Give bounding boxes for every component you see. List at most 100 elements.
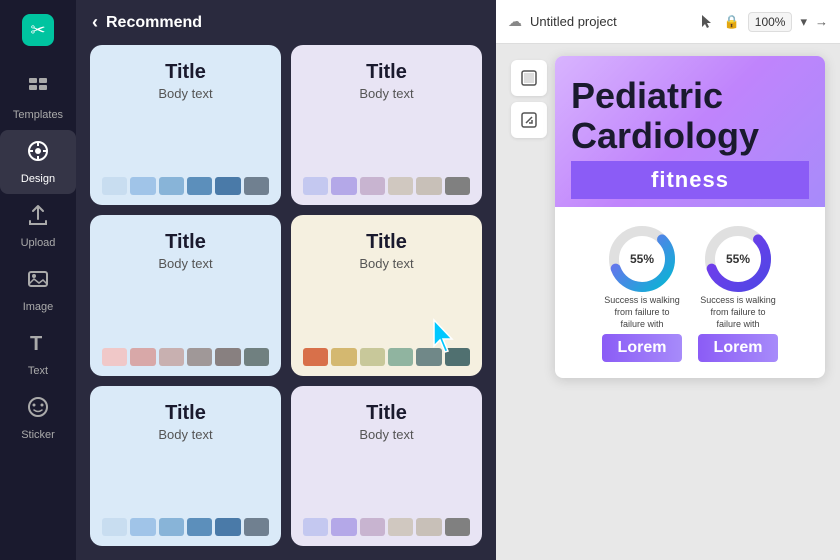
background-tool[interactable]	[511, 60, 547, 96]
card5-swatches	[102, 518, 269, 536]
back-button[interactable]: ‹	[92, 12, 98, 33]
app-logo: ✂	[18, 10, 58, 50]
resize-tool[interactable]	[511, 102, 547, 138]
design-top-section: Pediatric Cardiology fitness	[555, 56, 825, 207]
sidebar-design-label: Design	[21, 173, 55, 185]
sidebar-item-image[interactable]: Image	[0, 258, 76, 322]
image-icon	[26, 267, 50, 297]
design-icon	[26, 139, 50, 169]
swatch	[102, 348, 127, 366]
panel-header: ‹ Recommend	[76, 0, 496, 45]
template-card-6[interactable]: Title Body text	[291, 386, 482, 546]
chart1-description: Success is walking from failure to failu…	[602, 295, 682, 330]
svg-text:55%: 55%	[630, 252, 654, 266]
lorem-button-1[interactable]: Lorem	[602, 334, 682, 362]
swatch	[416, 348, 441, 366]
side-tools	[511, 56, 547, 138]
swatch	[445, 348, 470, 366]
swatch	[215, 518, 240, 536]
lorem-button-2[interactable]: Lorem	[698, 334, 778, 362]
swatch	[416, 518, 441, 536]
cursor-tool-button[interactable]	[700, 14, 716, 30]
template-grid: Title Body text Title Body text	[76, 45, 496, 560]
sidebar-text-label: Text	[28, 365, 48, 377]
swatch	[244, 518, 269, 536]
template-card-5[interactable]: Title Body text	[90, 386, 281, 546]
sidebar-item-design[interactable]: Design	[0, 130, 76, 194]
template-card-3[interactable]: Title Body text	[90, 215, 281, 375]
template-card-1[interactable]: Title Body text	[90, 45, 281, 205]
card6-swatches	[303, 518, 470, 536]
chart1-text: Success is walking from failure to failu…	[602, 295, 682, 330]
project-title[interactable]: Untitled project	[530, 14, 692, 29]
sidebar-item-templates[interactable]: Templates	[0, 66, 76, 130]
swatch	[159, 177, 184, 195]
sticker-icon	[26, 395, 50, 425]
donut-chart-2: 55%	[702, 223, 774, 295]
card3-body: Body text	[158, 256, 212, 271]
more-options-button[interactable]: →	[815, 14, 828, 29]
design-subtitle: fitness	[571, 161, 809, 199]
template-card-2[interactable]: Title Body text	[291, 45, 482, 205]
design-main-title: Pediatric Cardiology	[571, 76, 809, 155]
sidebar-item-upload[interactable]: Upload	[0, 194, 76, 258]
text-icon: T	[26, 331, 50, 361]
swatch	[445, 518, 470, 536]
swatch	[416, 177, 441, 195]
swatch	[331, 518, 356, 536]
swatch	[360, 348, 385, 366]
sidebar-templates-label: Templates	[13, 109, 63, 121]
swatch	[187, 348, 212, 366]
sidebar-item-text[interactable]: T Text	[0, 322, 76, 386]
templates-icon	[26, 75, 50, 105]
sidebar-upload-label: Upload	[21, 237, 56, 249]
chart2-text: Success is walking from failure to failu…	[698, 295, 778, 330]
card5-body: Body text	[158, 427, 212, 442]
svg-text:✂: ✂	[30, 20, 45, 40]
card1-body: Body text	[158, 86, 212, 101]
template-card-4[interactable]: Title Body text	[291, 215, 482, 375]
main-title-text: Pediatric Cardiology	[571, 75, 759, 156]
swatch	[331, 348, 356, 366]
card4-body: Body text	[359, 256, 413, 271]
card6-title: Title	[366, 402, 407, 425]
swatch	[130, 518, 155, 536]
swatch	[388, 177, 413, 195]
design-charts-section: 55% Success is walking from failure to f…	[555, 207, 825, 378]
swatch	[303, 518, 328, 536]
cloud-icon: ☁	[508, 13, 522, 30]
swatch	[244, 177, 269, 195]
card4-title: Title	[366, 231, 407, 254]
swatch	[159, 518, 184, 536]
chart-group-2: 55% Success is walking from failure to f…	[698, 223, 778, 362]
topbar-controls: 🔒 100% ▾ →	[700, 12, 828, 32]
sidebar-image-label: Image	[23, 301, 54, 313]
sidebar-sticker-label: Sticker	[21, 429, 55, 441]
upload-icon	[26, 203, 50, 233]
swatch	[388, 518, 413, 536]
swatch	[244, 348, 269, 366]
swatch	[303, 348, 328, 366]
swatch	[130, 348, 155, 366]
card1-swatches	[102, 177, 269, 195]
card4-swatches	[303, 348, 470, 366]
canvas-topbar: ☁ Untitled project 🔒 100% ▾ →	[496, 0, 840, 44]
sidebar-item-sticker[interactable]: Sticker	[0, 386, 76, 450]
canvas-area: ☁ Untitled project 🔒 100% ▾ → Pediatric …	[496, 0, 840, 560]
card6-body: Body text	[359, 427, 413, 442]
panel-title: Recommend	[106, 14, 202, 32]
swatch	[331, 177, 356, 195]
zoom-level[interactable]: 100%	[748, 12, 793, 32]
svg-text:55%: 55%	[726, 252, 750, 266]
canvas-body: Pediatric Cardiology fitness	[496, 44, 840, 560]
lock-button[interactable]: 🔒	[724, 14, 740, 30]
card3-title: Title	[165, 231, 206, 254]
chart-group-1: 55% Success is walking from failure to f…	[602, 223, 682, 362]
donut-chart-1: 55%	[606, 223, 678, 295]
swatch	[388, 348, 413, 366]
card3-swatches	[102, 348, 269, 366]
svg-text:T: T	[30, 333, 42, 355]
swatch	[303, 177, 328, 195]
swatch	[215, 348, 240, 366]
zoom-dropdown-button[interactable]: ▾	[800, 14, 807, 30]
